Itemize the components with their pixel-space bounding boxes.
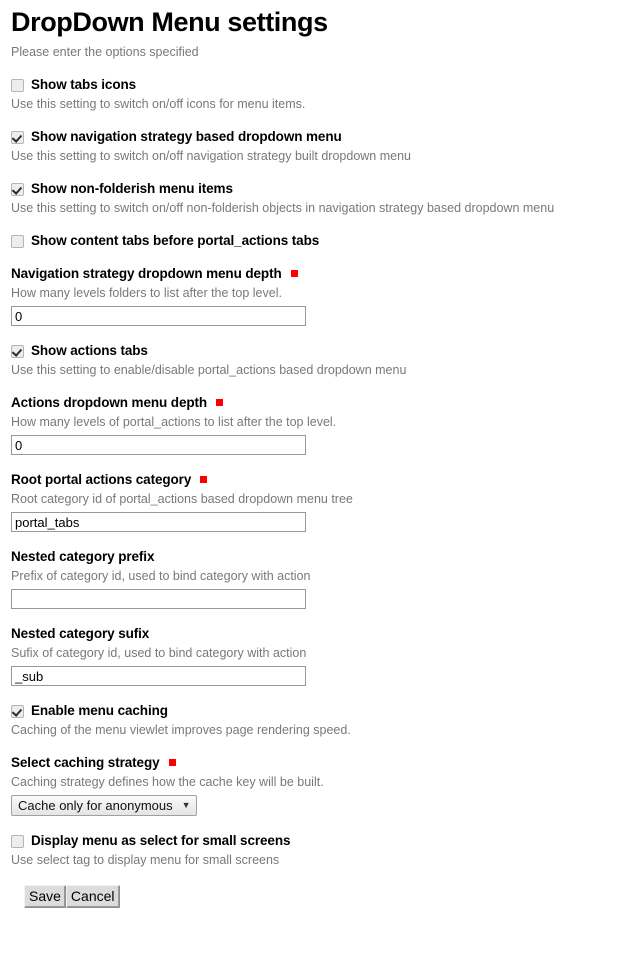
checkbox-enable-menu-caching[interactable] — [11, 705, 24, 718]
checkbox-display-menu-as-select-small-screens[interactable] — [11, 835, 24, 848]
checkbox-label-show-navigation-strategy-dropdown: Show navigation strategy based dropdown … — [31, 129, 342, 144]
input-nested-category-prefix[interactable] — [11, 589, 306, 609]
checkbox-row-enable-menu-caching[interactable]: Enable menu caching — [11, 702, 630, 719]
required-marker-icon — [200, 476, 208, 483]
field-description-nested-category-sufix: Sufix of category id, used to bind categ… — [11, 646, 307, 660]
select-select-caching-strategy[interactable]: Cache only for anonymous ▼ — [11, 795, 197, 816]
field-label-root-portal-actions-category: Root portal actions category — [11, 471, 630, 488]
field-description-show-actions-tabs: Use this setting to enable/disable porta… — [11, 363, 407, 377]
checkbox-label-display-menu-as-select-small-screens: Display menu as select for small screens — [31, 833, 291, 848]
checkbox-show-tabs-icons[interactable] — [11, 79, 24, 92]
input-actions-dropdown-menu-depth[interactable] — [11, 435, 306, 455]
field-description-actions-dropdown-menu-depth: How many levels of portal_actions to lis… — [11, 415, 337, 429]
field-label-nested-category-sufix: Nested category sufix — [11, 625, 630, 642]
field-label-actions-dropdown-menu-depth: Actions dropdown menu depth — [11, 394, 630, 411]
checkbox-show-actions-tabs[interactable] — [11, 345, 24, 358]
field-description-show-navigation-strategy-dropdown: Use this setting to switch on/off naviga… — [11, 149, 411, 163]
checkbox-show-navigation-strategy-dropdown[interactable] — [11, 131, 24, 144]
checkbox-label-show-non-folderish-menu-items: Show non-folderish menu items — [31, 181, 233, 196]
field-navigation-strategy-dropdown-menu-depth: Navigation strategy dropdown menu depth H… — [11, 265, 630, 326]
field-show-non-folderish-menu-items: Show non-folderish menu items Use this se… — [11, 180, 630, 216]
checkbox-label-enable-menu-caching: Enable menu caching — [31, 703, 168, 718]
required-marker-icon — [168, 759, 176, 766]
checkbox-label-show-tabs-icons: Show tabs icons — [31, 77, 137, 92]
checkbox-row-show-tabs-icons[interactable]: Show tabs icons — [11, 76, 630, 93]
input-nested-category-sufix[interactable] — [11, 666, 306, 686]
required-marker-icon — [290, 270, 298, 277]
checkbox-row-show-content-tabs-before-portal-actions[interactable]: Show content tabs before portal_actions … — [11, 232, 630, 249]
checkbox-row-show-navigation-strategy-dropdown[interactable]: Show navigation strategy based dropdown … — [11, 128, 630, 145]
field-actions-dropdown-menu-depth: Actions dropdown menu depth How many leve… — [11, 394, 630, 455]
checkbox-row-show-actions-tabs[interactable]: Show actions tabs — [11, 342, 630, 359]
field-label-text-navigation-strategy-dropdown-menu-depth: Navigation strategy dropdown menu depth — [11, 266, 282, 281]
save-button[interactable]: Save — [24, 885, 66, 908]
field-label-text-root-portal-actions-category: Root portal actions category — [11, 472, 192, 487]
field-label-navigation-strategy-dropdown-menu-depth: Navigation strategy dropdown menu depth — [11, 265, 630, 282]
field-description-display-menu-as-select-small-screens: Use select tag to display menu for small… — [11, 853, 280, 867]
form-actions: Save Cancel — [24, 885, 630, 908]
fields-container: Show tabs icons Use this setting to switc… — [11, 76, 630, 868]
checkbox-row-display-menu-as-select-small-screens[interactable]: Display menu as select for small screens — [11, 832, 630, 849]
field-description-navigation-strategy-dropdown-menu-depth: How many levels folders to list after th… — [11, 286, 282, 300]
field-description-nested-category-prefix: Prefix of category id, used to bind cate… — [11, 569, 311, 583]
field-show-actions-tabs: Show actions tabs Use this setting to ena… — [11, 342, 630, 378]
field-enable-menu-caching: Enable menu caching Caching of the menu v… — [11, 702, 630, 738]
field-description-root-portal-actions-category: Root category id of portal_actions based… — [11, 492, 353, 506]
checkbox-label-show-actions-tabs: Show actions tabs — [31, 343, 148, 358]
field-description-show-non-folderish-menu-items: Use this setting to switch on/off non-fo… — [11, 201, 555, 215]
field-label-text-select-caching-strategy: Select caching strategy — [11, 755, 160, 770]
field-nested-category-sufix: Nested category sufix Sufix of category i… — [11, 625, 630, 686]
field-show-tabs-icons: Show tabs icons Use this setting to switc… — [11, 76, 630, 112]
field-nested-category-prefix: Nested category prefix Prefix of category… — [11, 548, 630, 609]
field-description-enable-menu-caching: Caching of the menu viewlet improves pag… — [11, 723, 351, 737]
settings-form: DropDown Menu settings Please enter the … — [0, 0, 640, 908]
field-show-navigation-strategy-dropdown: Show navigation strategy based dropdown … — [11, 128, 630, 164]
field-root-portal-actions-category: Root portal actions category Root categor… — [11, 471, 630, 532]
field-description-select-caching-strategy: Caching strategy defines how the cache k… — [11, 775, 324, 789]
cancel-button[interactable]: Cancel — [65, 885, 120, 908]
checkbox-row-show-non-folderish-menu-items[interactable]: Show non-folderish menu items — [11, 180, 630, 197]
select-value-select-caching-strategy: Cache only for anonymous — [18, 798, 173, 813]
chevron-down-icon: ▼ — [181, 800, 191, 810]
checkbox-label-show-content-tabs-before-portal-actions: Show content tabs before portal_actions … — [31, 233, 320, 248]
input-root-portal-actions-category[interactable] — [11, 512, 306, 532]
field-label-text-nested-category-sufix: Nested category sufix — [11, 626, 150, 641]
field-description-show-tabs-icons: Use this setting to switch on/off icons … — [11, 97, 306, 111]
field-label-nested-category-prefix: Nested category prefix — [11, 548, 630, 565]
checkbox-show-non-folderish-menu-items[interactable] — [11, 183, 24, 196]
page-subtitle: Please enter the options specified — [11, 45, 199, 59]
field-label-text-nested-category-prefix: Nested category prefix — [11, 549, 155, 564]
field-show-content-tabs-before-portal-actions: Show content tabs before portal_actions … — [11, 232, 630, 249]
page-title: DropDown Menu settings — [11, 7, 328, 37]
field-label-select-caching-strategy: Select caching strategy — [11, 754, 630, 771]
field-label-text-actions-dropdown-menu-depth: Actions dropdown menu depth — [11, 395, 208, 410]
field-select-caching-strategy: Select caching strategy Caching strategy … — [11, 754, 630, 816]
checkbox-show-content-tabs-before-portal-actions[interactable] — [11, 235, 24, 248]
input-navigation-strategy-dropdown-menu-depth[interactable] — [11, 306, 306, 326]
required-marker-icon — [216, 399, 224, 406]
field-display-menu-as-select-small-screens: Display menu as select for small screens… — [11, 832, 630, 868]
